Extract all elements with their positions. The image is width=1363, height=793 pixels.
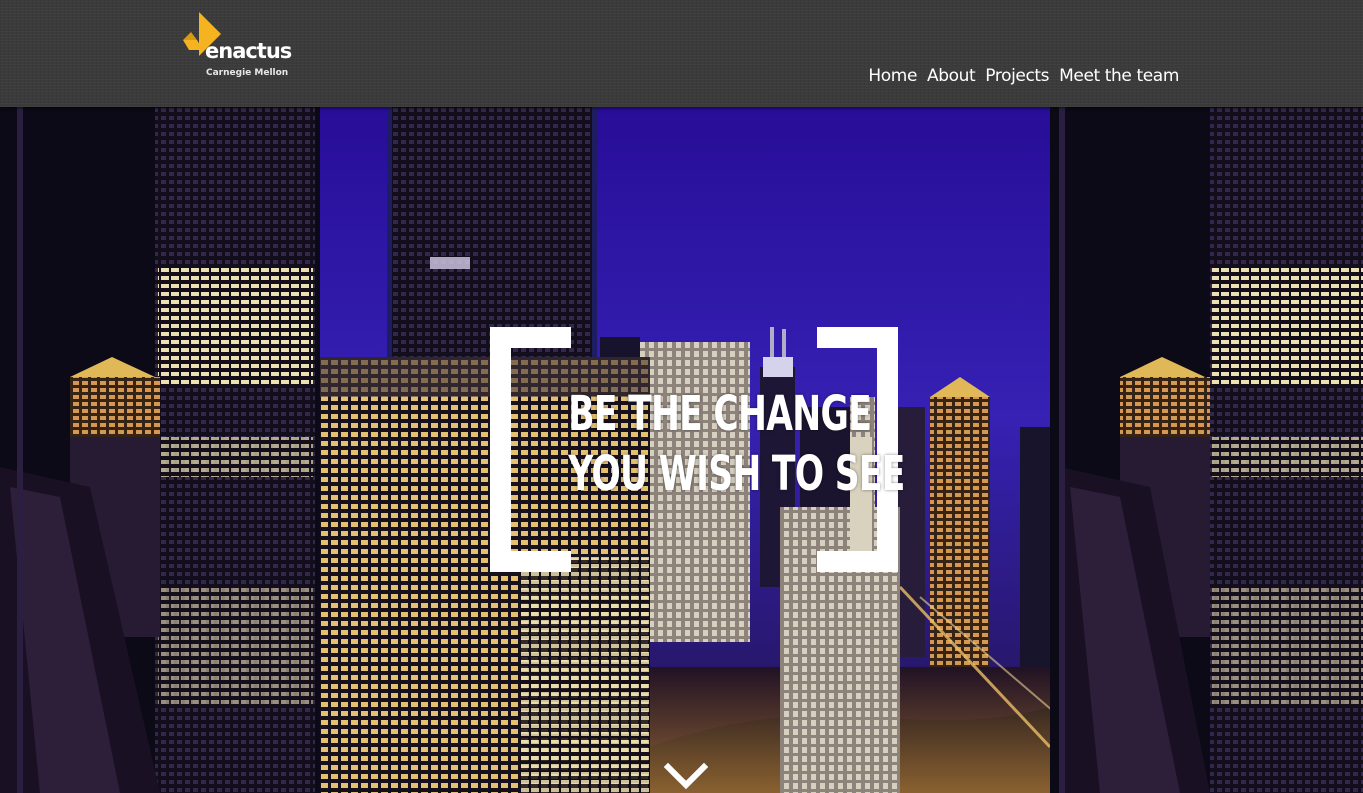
- main-nav: Home About Projects Meet the team: [868, 65, 1179, 87]
- site-header: enactus Carnegie Mellon Home About Proje…: [0, 0, 1363, 107]
- nav-item-projects[interactable]: Projects: [985, 65, 1049, 87]
- page: enactus Carnegie Mellon Home About Proje…: [0, 0, 1363, 793]
- nav-item-home[interactable]: Home: [868, 65, 917, 87]
- hero-tagline: BE THE CHANGE YOU WISH TO SEE: [568, 384, 905, 504]
- tagline-line-1: BE THE CHANGE: [568, 386, 871, 442]
- tagline-left-bracket: [490, 327, 571, 572]
- logo-wordmark: enactus: [205, 39, 292, 63]
- nav-item-about[interactable]: About: [927, 65, 976, 87]
- tagline-line-2: YOU WISH TO SEE: [568, 446, 905, 502]
- chevron-down-icon: [663, 762, 709, 790]
- nav-item-meet-the-team[interactable]: Meet the team: [1059, 65, 1179, 87]
- enactus-logo[interactable]: enactus Carnegie Mellon: [183, 12, 313, 84]
- logo-subtitle: Carnegie Mellon: [206, 68, 289, 78]
- scroll-down-button[interactable]: [663, 757, 709, 793]
